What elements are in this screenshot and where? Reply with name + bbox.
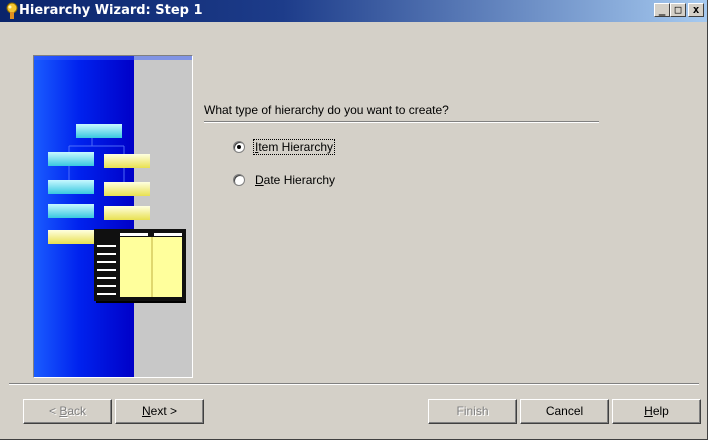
- question-divider: [204, 121, 599, 123]
- next-button[interactable]: Next >: [115, 399, 204, 424]
- back-button[interactable]: < Back: [23, 399, 112, 424]
- close-button[interactable]: x: [688, 3, 704, 17]
- back-button-text: ack: [67, 404, 87, 418]
- date-hierarchy-label-text: ate Hierarchy: [263, 173, 336, 187]
- back-button-prefix: <: [48, 404, 60, 418]
- help-button-accel: H: [644, 404, 653, 418]
- item-hierarchy-label-text: tem Hierarchy: [258, 140, 334, 154]
- maximize-button[interactable]: □: [670, 3, 686, 17]
- hierarchy-wizard-dialog: Hierarchy Wizard: Step 1 _ □ x What type…: [0, 0, 708, 440]
- item-hierarchy-label[interactable]: Item Hierarchy: [252, 139, 336, 155]
- date-hierarchy-accel: D: [255, 173, 264, 187]
- next-button-text: ext >: [150, 404, 178, 418]
- button-area-divider: [9, 383, 699, 385]
- title-bar[interactable]: Hierarchy Wizard: Step 1 _ □ x: [0, 0, 707, 22]
- minimize-button[interactable]: _: [654, 3, 670, 17]
- wizard-illustration: [33, 55, 193, 378]
- help-button-text: elp: [652, 404, 669, 418]
- hierarchy-type-question: What type of hierarchy do you want to cr…: [204, 103, 449, 117]
- radio-selected-dot: [237, 145, 241, 149]
- cancel-button[interactable]: Cancel: [520, 399, 609, 424]
- finish-button[interactable]: Finish: [428, 399, 517, 424]
- hierarchy-graphic: [34, 56, 192, 377]
- item-hierarchy-radio[interactable]: [233, 141, 245, 153]
- window-title: Hierarchy Wizard: Step 1: [19, 3, 203, 18]
- help-button[interactable]: Help: [612, 399, 701, 424]
- date-hierarchy-radio[interactable]: [233, 174, 245, 186]
- date-hierarchy-label[interactable]: Date Hierarchy: [255, 173, 335, 187]
- next-button-accel: N: [141, 404, 151, 418]
